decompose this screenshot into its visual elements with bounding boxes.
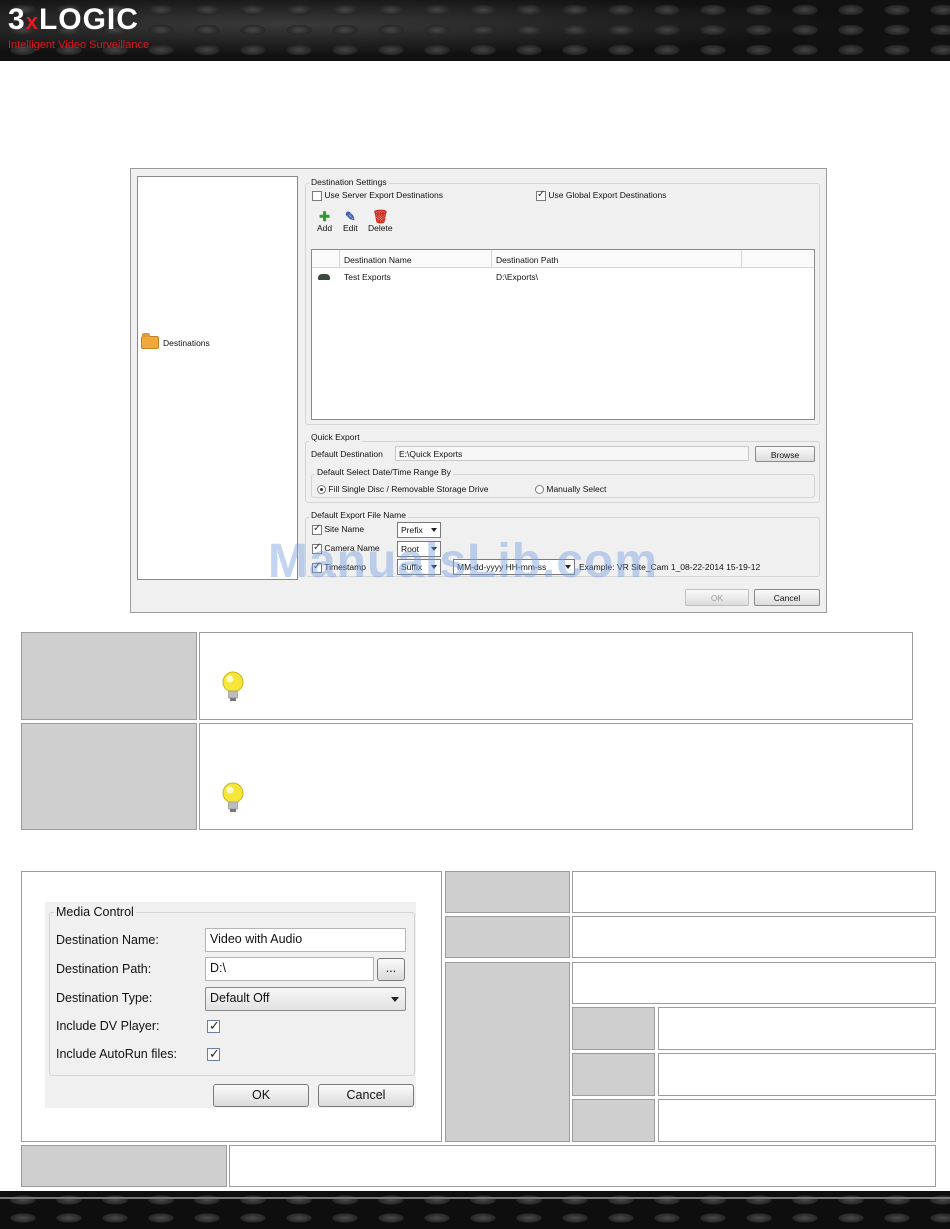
media-cancel-button[interactable]: Cancel [318, 1084, 414, 1107]
page-header: 3xLOGIC Intelligent Video Surveillance [0, 0, 950, 61]
manual-select-label: Manually Select [546, 484, 607, 494]
table-row[interactable]: Test Exports D:\Exports\ [312, 269, 814, 285]
logo-tagline: Intelligent Video Surveillance [8, 39, 150, 51]
table-sublabel-cell [572, 1099, 655, 1142]
use-server-export-option[interactable]: Use Server Export Destinations [312, 190, 443, 201]
destination-path-label: Destination Path: [56, 962, 152, 976]
row-destination-path: D:\Exports\ [496, 272, 539, 282]
tree-item-label: Destinations [163, 337, 210, 348]
file-name-title: Default Export File Name [309, 510, 408, 520]
media-ok-button[interactable]: OK [213, 1084, 309, 1107]
table-description-cell [572, 916, 936, 958]
chevron-down-icon [431, 528, 437, 532]
destination-type-select[interactable]: Default Off [205, 987, 406, 1011]
table-label-cell [21, 723, 197, 830]
table-description-cell [199, 723, 913, 830]
include-dv-player-label: Include DV Player: [56, 1019, 160, 1033]
add-label: Add [317, 223, 333, 233]
ok-button[interactable]: OK [685, 589, 749, 606]
include-autorun-checkbox[interactable] [207, 1046, 220, 1062]
brand-logo: 3xLOGIC Intelligent Video Surveillance [8, 3, 150, 52]
use-global-label: Use Global Export Destinations [548, 190, 667, 200]
delete-button[interactable]: 🗑 Delete [368, 210, 393, 233]
include-dv-player-checkbox[interactable] [207, 1018, 220, 1034]
tree-item-destinations[interactable]: Destinations [141, 333, 210, 349]
include-autorun-label: Include AutoRun files: [56, 1047, 177, 1061]
lightbulb-icon [222, 671, 244, 701]
row-destination-name: Test Exports [344, 272, 391, 282]
table-subdescription-cell [658, 1099, 936, 1142]
media-control-title: Media Control [54, 905, 136, 919]
table-label-cell [445, 916, 570, 958]
cancel-button[interactable]: Cancel [754, 589, 820, 606]
table-description-cell [229, 1145, 936, 1187]
drive-icon [318, 274, 330, 280]
fill-disc-radio[interactable] [317, 485, 326, 495]
table-subdescription-cell [658, 1053, 936, 1096]
range-title: Default Select Date/Time Range By [315, 467, 453, 477]
logo-wordmark: 3xLOGIC [8, 3, 139, 36]
folder-icon [141, 333, 159, 349]
table-description-cell [572, 871, 936, 913]
destination-name-input[interactable]: Video with Audio [205, 928, 406, 952]
default-destination-field[interactable]: E:\Quick Exports [395, 446, 749, 461]
table-description-cell [199, 632, 913, 720]
column-destination-name[interactable]: Destination Name [340, 250, 492, 268]
edit-label: Edit [343, 223, 358, 233]
manual-select-option[interactable]: Manually Select [535, 484, 607, 495]
fill-disc-label: Fill Single Disc / Removable Storage Dri… [328, 484, 489, 494]
browse-path-button[interactable]: ... [377, 958, 405, 981]
settings-tree: Destinations [137, 176, 298, 580]
destination-type-value: Default Off [210, 991, 270, 1005]
destination-type-label: Destination Type: [56, 991, 153, 1005]
trash-icon: 🗑 [372, 209, 389, 224]
destination-path-input[interactable]: D:\ [205, 957, 374, 981]
default-destination-label: Default Destination [311, 449, 383, 459]
destination-name-label: Destination Name: [56, 933, 159, 947]
table-description-cell [572, 962, 936, 1004]
edit-button[interactable]: ✎ Edit [343, 210, 358, 233]
site-name-label: Site Name [324, 524, 365, 534]
use-global-export-option[interactable]: Use Global Export Destinations [536, 189, 667, 201]
table-label-cell [445, 871, 570, 913]
column-destination-path[interactable]: Destination Path [492, 250, 742, 268]
edit-icon: ✎ [344, 209, 356, 224]
fill-disc-option[interactable]: Fill Single Disc / Removable Storage Dri… [317, 484, 489, 495]
destination-settings-title: Destination Settings [309, 177, 389, 187]
table-sublabel-cell [572, 1007, 655, 1050]
table-sublabel-cell [572, 1053, 655, 1096]
table-label-cell [445, 962, 570, 1142]
manual-select-radio[interactable] [535, 485, 544, 495]
column-icon [312, 250, 340, 268]
media-control-dialog: Media Control Destination Name: Video wi… [45, 902, 416, 1108]
table-header: Destination Name Destination Path [312, 250, 814, 268]
footer-divider [0, 1197, 950, 1199]
add-button[interactable]: ✚ Add [317, 210, 332, 233]
plus-icon: ✚ [319, 209, 331, 224]
table-label-cell [21, 632, 197, 720]
table-label-cell [21, 1145, 227, 1187]
use-server-checkbox[interactable] [312, 190, 322, 201]
table-subdescription-cell [658, 1007, 936, 1050]
quick-export-title: Quick Export [309, 432, 362, 442]
use-server-label: Use Server Export Destinations [324, 190, 443, 200]
delete-label: Delete [368, 223, 393, 233]
chevron-down-icon [391, 997, 399, 1002]
destinations-table: Destination Name Destination Path Test E… [311, 249, 815, 420]
lightbulb-icon [222, 782, 244, 812]
watermark: ManualsLib.com [268, 535, 659, 588]
use-global-checkbox[interactable] [536, 189, 546, 201]
browse-button[interactable]: Browse [755, 446, 815, 462]
page-footer [0, 1191, 950, 1229]
